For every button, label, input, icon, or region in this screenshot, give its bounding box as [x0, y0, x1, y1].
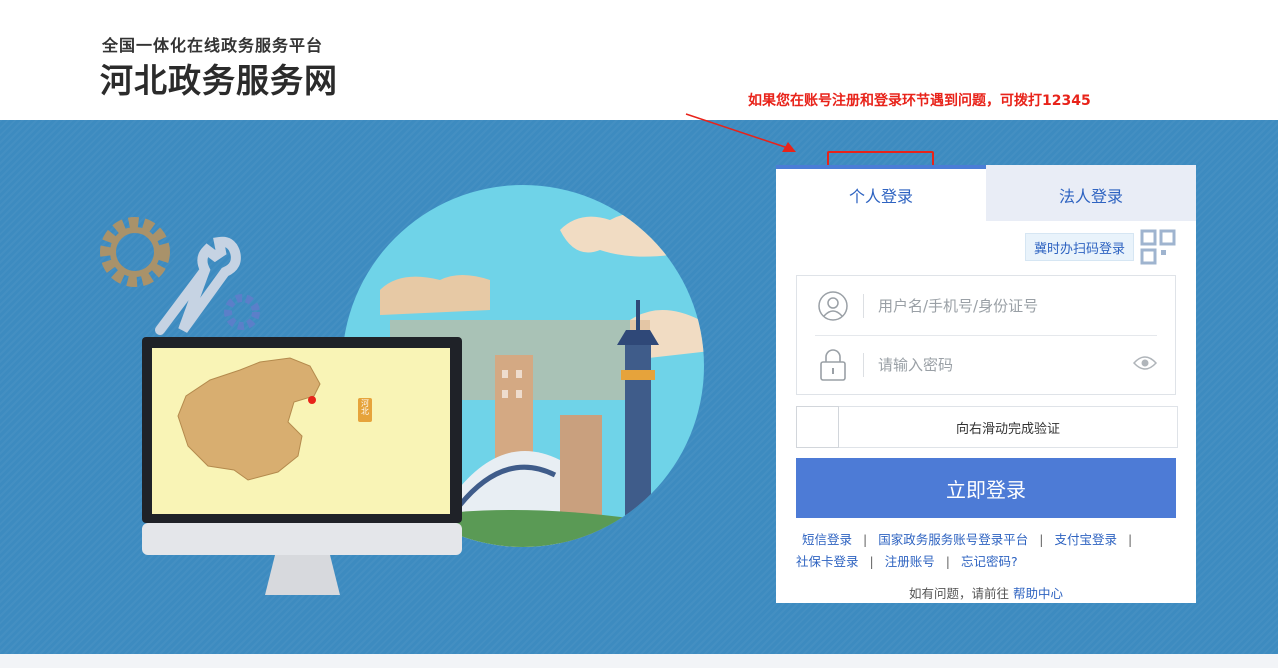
login-button[interactable]: 立即登录	[796, 458, 1176, 518]
monitor-bezel	[142, 523, 462, 555]
help-prefix: 如有问题，请前往	[908, 586, 1009, 601]
help-notice: 如果您在账号注册和登录环节遇到问题，可拨打12345	[748, 93, 1091, 109]
help-center-link[interactable]: 帮助中心	[1013, 586, 1063, 601]
slider-hint: 向右滑动完成验证	[955, 421, 1060, 437]
qr-code-icon[interactable]	[1140, 229, 1176, 265]
username-input[interactable]	[878, 296, 1098, 315]
login-panel: 个人登录 法人登录 冀时办扫码登录 向右滑动完成验证 立即登录	[776, 165, 1196, 603]
password-row	[815, 335, 1157, 394]
slide-verification: 向右滑动完成验证	[796, 406, 1178, 448]
national-account-login-link[interactable]: 国家政务服务账号登录平台	[878, 532, 1028, 547]
register-link[interactable]: 注册账号	[885, 554, 935, 569]
credential-fields	[796, 275, 1176, 395]
user-icon	[813, 286, 853, 326]
site-title[interactable]: 河北政务服务网	[100, 54, 338, 102]
qr-login-button[interactable]: 冀时办扫码登录	[1025, 233, 1135, 261]
field-divider	[863, 353, 864, 377]
slider-handle[interactable]	[796, 406, 839, 448]
forgot-password-link[interactable]: 忘记密码?	[961, 554, 1018, 569]
platform-subtitle: 全国一体化在线政务服务平台	[102, 36, 324, 55]
hero-illustration: 河北	[100, 185, 704, 595]
annotation-arrow	[685, 113, 796, 152]
username-row	[797, 276, 1175, 335]
eye-icon[interactable]	[1133, 354, 1157, 372]
alipay-login-link[interactable]: 支付宝登录	[1054, 532, 1117, 547]
lock-icon	[813, 345, 853, 385]
social-security-card-login-link[interactable]: 社保卡登录	[796, 554, 859, 569]
wrench-icon	[155, 236, 241, 335]
field-divider	[863, 293, 864, 318]
help-line: 如有问题，请前往 帮助中心	[776, 583, 1196, 602]
password-input[interactable]	[878, 356, 1098, 374]
tab-personal-login[interactable]: 个人登录	[776, 165, 986, 221]
sms-login-link[interactable]: 短信登录	[802, 532, 852, 547]
footer-strip	[0, 654, 1278, 668]
map-label: 河北	[361, 398, 370, 416]
small-gear-icon	[224, 294, 260, 330]
login-options: 短信登录 | 国家政务服务账号登录平台 | 支付宝登录 | 社保卡登录 | 注册账号 | 忘记密码…	[796, 532, 1133, 569]
tab-legal-login[interactable]: 法人登录	[986, 165, 1196, 221]
